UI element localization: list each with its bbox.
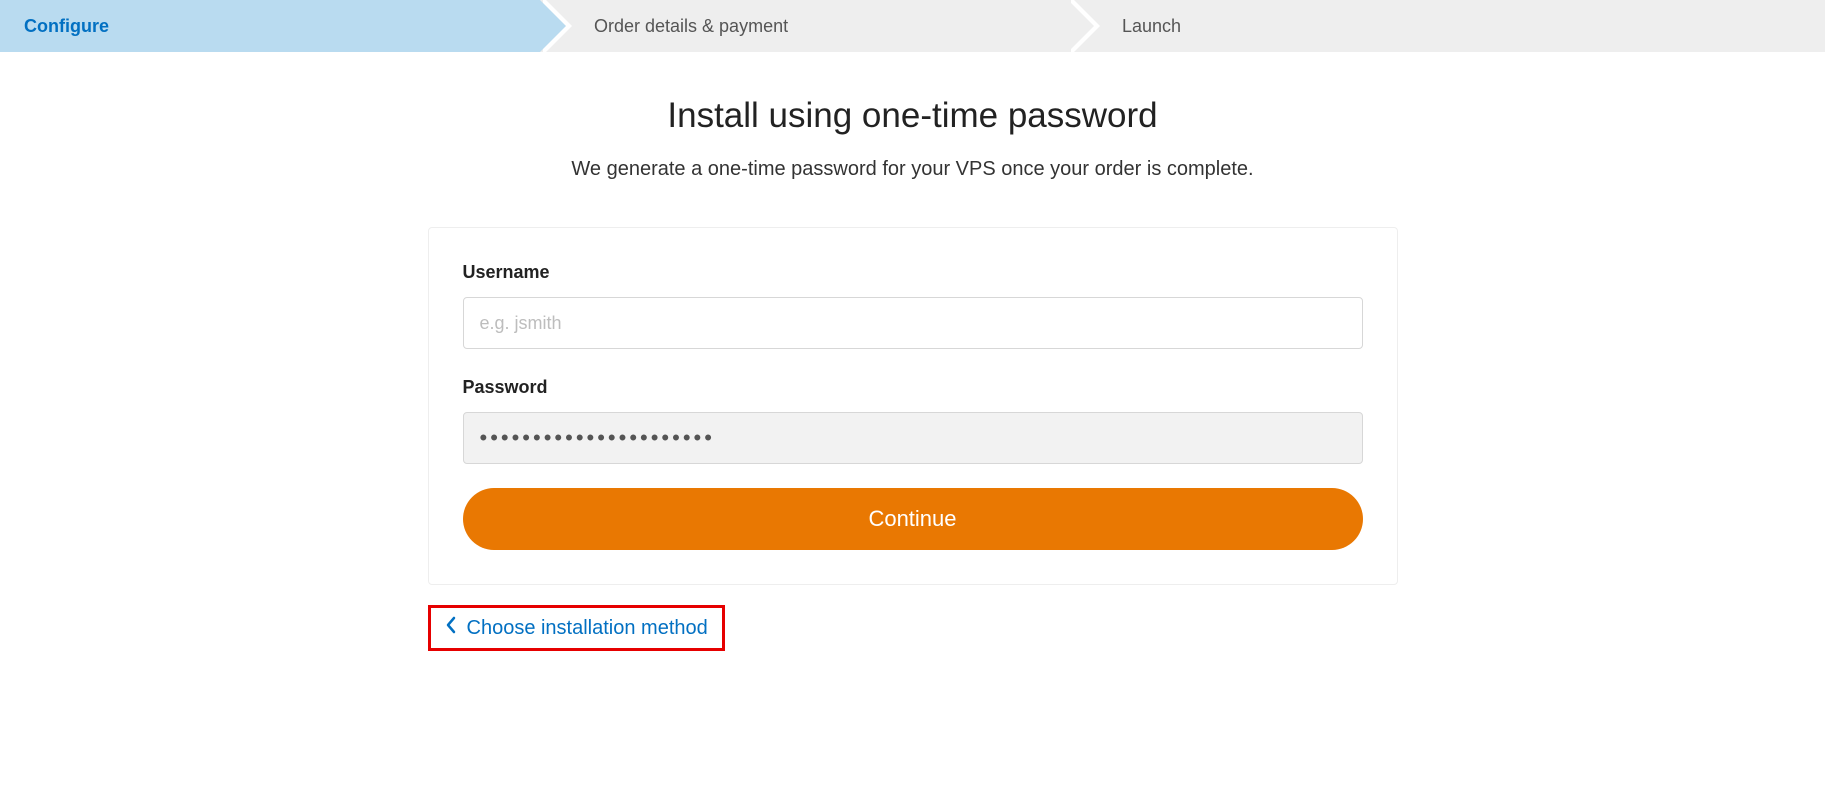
password-label: Password — [463, 377, 1363, 398]
step-label: Order details & payment — [564, 16, 788, 37]
page-subtitle: We generate a one-time password for your… — [571, 158, 1253, 181]
chevron-left-icon — [445, 616, 467, 640]
username-input[interactable] — [463, 297, 1363, 349]
content-area: Install using one-time password We gener… — [0, 52, 1825, 651]
choose-installation-method-link[interactable]: Choose installation method — [428, 605, 725, 651]
step-label: Configure — [24, 16, 109, 37]
username-label: Username — [463, 262, 1363, 283]
password-input — [463, 412, 1363, 464]
step-launch[interactable]: Launch — [1068, 0, 1825, 52]
page-title: Install using one-time password — [667, 96, 1157, 136]
step-order-details[interactable]: Order details & payment — [540, 0, 1068, 52]
back-link-label: Choose installation method — [467, 617, 708, 640]
continue-button[interactable]: Continue — [463, 488, 1363, 550]
step-configure[interactable]: Configure — [0, 0, 540, 52]
credentials-card: Username Password Continue — [428, 227, 1398, 585]
stepper: Configure Order details & payment Launch — [0, 0, 1825, 52]
step-label: Launch — [1092, 16, 1181, 37]
